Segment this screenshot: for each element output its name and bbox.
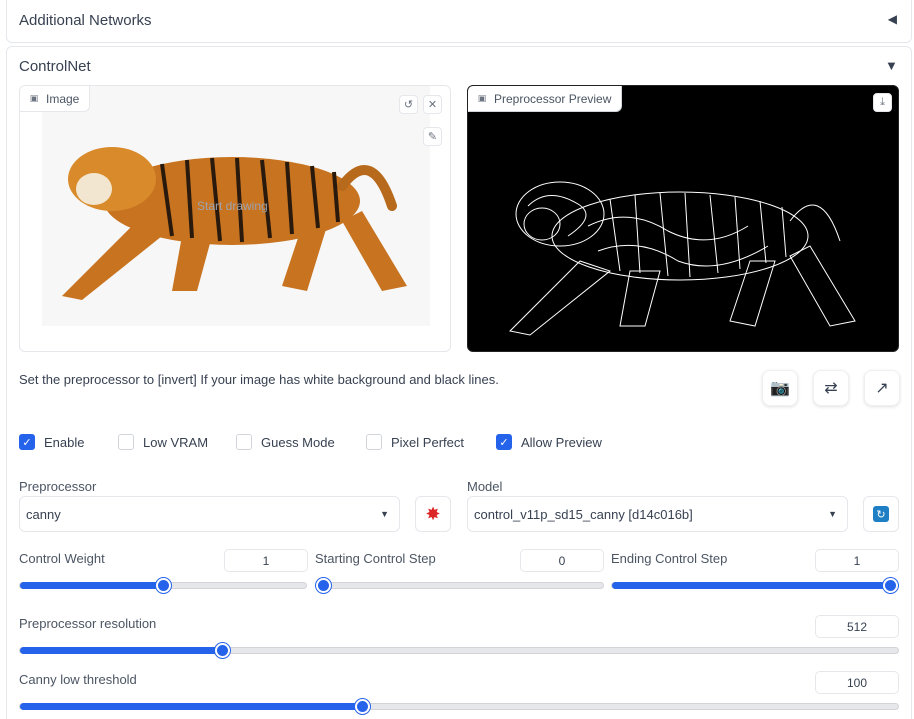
preview-panel-label: ▣ Preprocessor Preview <box>468 86 623 112</box>
canny-low-threshold-label: Canny low threshold <box>19 672 137 687</box>
preprocessor-resolution-slider[interactable] <box>19 643 899 658</box>
allow-preview-label: Allow Preview <box>521 434 602 450</box>
model-label: Model <box>467 479 503 494</box>
model-value: control_v11p_sd15_canny [d14c016b] <box>474 506 693 522</box>
checkmark-icon[interactable]: ✓ <box>496 434 512 450</box>
refresh-icon: ↻ <box>873 506 889 522</box>
guess-mode-checkbox[interactable]: Guess Mode <box>236 434 335 450</box>
low-vram-checkbox[interactable]: Low VRAM <box>118 434 208 450</box>
ending-step-label: Ending Control Step <box>611 551 728 566</box>
allow-preview-checkbox[interactable]: ✓ Allow Preview <box>496 434 602 450</box>
preprocessor-preview-panel: ▣ Preprocessor Preview ⤓ <box>467 85 899 352</box>
start-drawing-placeholder: Start drawing <box>197 199 268 213</box>
invert-hint-text: Set the preprocessor to [invert] If your… <box>19 372 499 387</box>
control-weight-label: Control Weight <box>19 551 105 566</box>
preprocessor-label: Preprocessor <box>19 479 97 494</box>
download-icon[interactable]: ⤓ <box>873 93 892 112</box>
pixel-perfect-label: Pixel Perfect <box>391 434 464 450</box>
control-weight-slider[interactable] <box>19 578 307 593</box>
image-label-text: Image <box>46 91 80 106</box>
camera-icon[interactable]: 📷 <box>762 370 798 406</box>
canny-edge-preview <box>508 181 856 336</box>
slider-thumb[interactable] <box>156 578 171 593</box>
checkmark-icon[interactable]: ✓ <box>19 434 35 450</box>
preprocessor-resolution-label: Preprocessor resolution <box>19 616 157 631</box>
enable-checkbox[interactable]: ✓ Enable <box>19 434 84 450</box>
image-icon: ▣ <box>477 93 487 103</box>
slider-fill <box>20 582 163 589</box>
image-input-panel[interactable]: ▣ Image Start drawing ↺ ✕ ✎ <box>19 85 451 352</box>
starting-step-input[interactable]: 0 <box>520 549 604 572</box>
additional-networks-title: Additional Networks <box>19 12 152 29</box>
enable-label: Enable <box>44 434 85 450</box>
ending-step-input[interactable]: 1 <box>815 549 899 572</box>
checkbox-box[interactable] <box>236 434 252 450</box>
close-icon[interactable]: ✕ <box>423 95 442 114</box>
additional-networks-accordion[interactable]: Additional Networks ◀ <box>6 0 912 43</box>
slider-thumb[interactable] <box>214 643 230 658</box>
chevron-down-icon: ▼ <box>828 509 837 519</box>
preprocessor-resolution-input[interactable]: 512 <box>815 615 899 638</box>
image-panel-label: ▣ Image <box>20 86 91 112</box>
expand-arrow-icon[interactable]: ▼ <box>885 58 898 73</box>
slider-thumb[interactable] <box>316 578 331 593</box>
slider-fill <box>612 582 890 589</box>
brush-icon[interactable]: ✎ <box>423 127 442 146</box>
preview-label-text: Preprocessor Preview <box>494 91 612 106</box>
send-dimensions-icon[interactable]: ↗ <box>864 370 900 406</box>
undo-icon[interactable]: ↺ <box>399 95 418 114</box>
control-weight-input[interactable]: 1 <box>224 549 308 572</box>
checkbox-box[interactable] <box>118 434 134 450</box>
checkbox-box[interactable] <box>366 434 382 450</box>
controlnet-title: ControlNet <box>19 58 91 75</box>
ending-step-slider[interactable] <box>611 578 898 593</box>
starting-step-slider[interactable] <box>316 578 604 593</box>
preprocessor-value: canny <box>26 506 61 522</box>
model-dropdown[interactable]: control_v11p_sd15_canny [d14c016b] ▼ <box>467 496 848 532</box>
guess-mode-label: Guess Mode <box>261 434 335 450</box>
preprocessor-dropdown[interactable]: canny ▼ <box>19 496 400 532</box>
chevron-down-icon: ▼ <box>380 509 389 519</box>
low-vram-label: Low VRAM <box>143 434 209 450</box>
canny-low-threshold-input[interactable]: 100 <box>815 671 899 694</box>
collapse-arrow-icon[interactable]: ◀ <box>888 12 897 26</box>
run-preprocessor-button[interactable]: ✸ <box>415 496 451 532</box>
swap-arrows-icon[interactable]: ⇄ <box>813 370 849 406</box>
slider-fill <box>20 647 222 654</box>
starting-step-label: Starting Control Step <box>315 551 436 566</box>
image-icon: ▣ <box>29 93 39 103</box>
refresh-models-button[interactable]: ↻ <box>863 496 899 532</box>
slider-fill <box>20 703 363 710</box>
slider-thumb[interactable] <box>883 578 898 593</box>
explosion-icon: ✸ <box>425 503 441 524</box>
pixel-perfect-checkbox[interactable]: Pixel Perfect <box>366 434 464 450</box>
canny-low-threshold-slider[interactable] <box>19 699 899 714</box>
